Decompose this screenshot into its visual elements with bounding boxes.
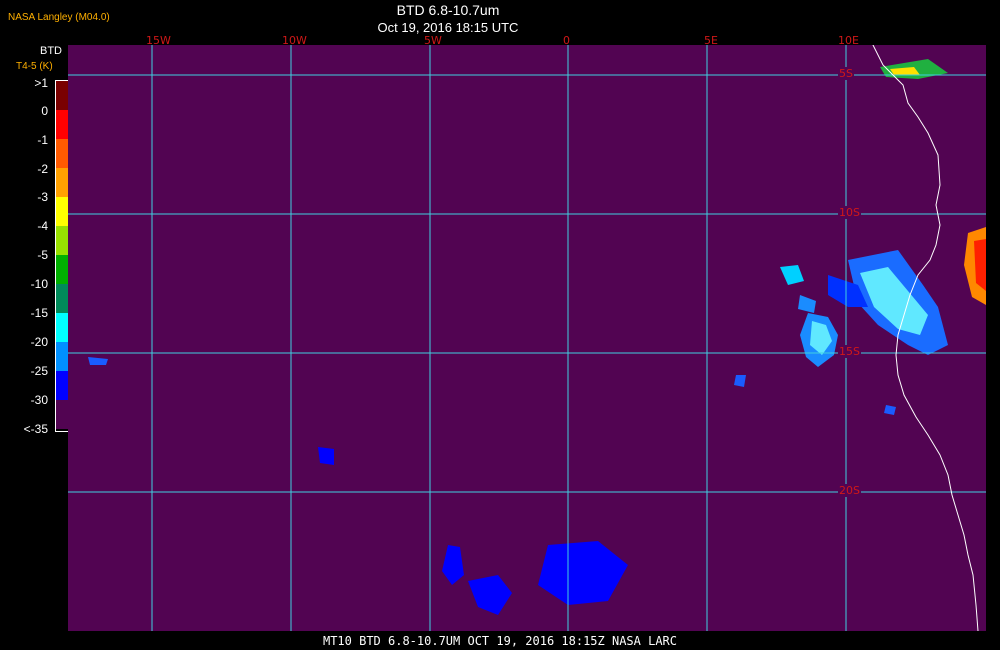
satellite-map[interactable] [68, 45, 986, 631]
lon-label: 5W [424, 34, 442, 47]
product-title: BTD 6.8-10.7um [396, 2, 500, 18]
legend-title: BTD [40, 45, 62, 57]
lat-label: 20S [838, 484, 861, 497]
lon-label: 15W [146, 34, 171, 47]
legend-tick: -15 [30, 306, 48, 320]
legend-tick: -4 [37, 219, 48, 233]
map-overlay [68, 45, 986, 631]
footer-caption: MT10 BTD 6.8-10.7UM OCT 19, 2016 18:15Z … [322, 634, 677, 648]
legend-tick: -2 [37, 162, 48, 176]
legend-tick: -5 [37, 248, 48, 262]
cloud-features [88, 59, 986, 615]
lon-label: 0 [563, 34, 570, 47]
lon-label: 10W [282, 34, 307, 47]
graticule [68, 45, 986, 631]
legend-tick: -1 [37, 133, 48, 147]
datetime-label: Oct 19, 2016 18:15 UTC [377, 20, 519, 35]
legend-tick: >1 [34, 76, 48, 90]
legend-tick: -25 [30, 364, 48, 378]
lon-label: 10E [838, 34, 859, 47]
lon-label: 5E [704, 34, 718, 47]
legend-tick: -30 [30, 393, 48, 407]
lat-label: 10S [838, 206, 861, 219]
legend-subtitle: T4-5 (K) [16, 61, 53, 72]
legend-tick: <-35 [23, 422, 48, 436]
legend-tick: 0 [41, 104, 48, 118]
lat-label: 15S [838, 345, 861, 358]
legend-tick: -10 [30, 277, 48, 291]
lat-label: 5S [838, 67, 854, 80]
legend-tick: -20 [30, 335, 48, 349]
legend-tick: -3 [37, 190, 48, 204]
